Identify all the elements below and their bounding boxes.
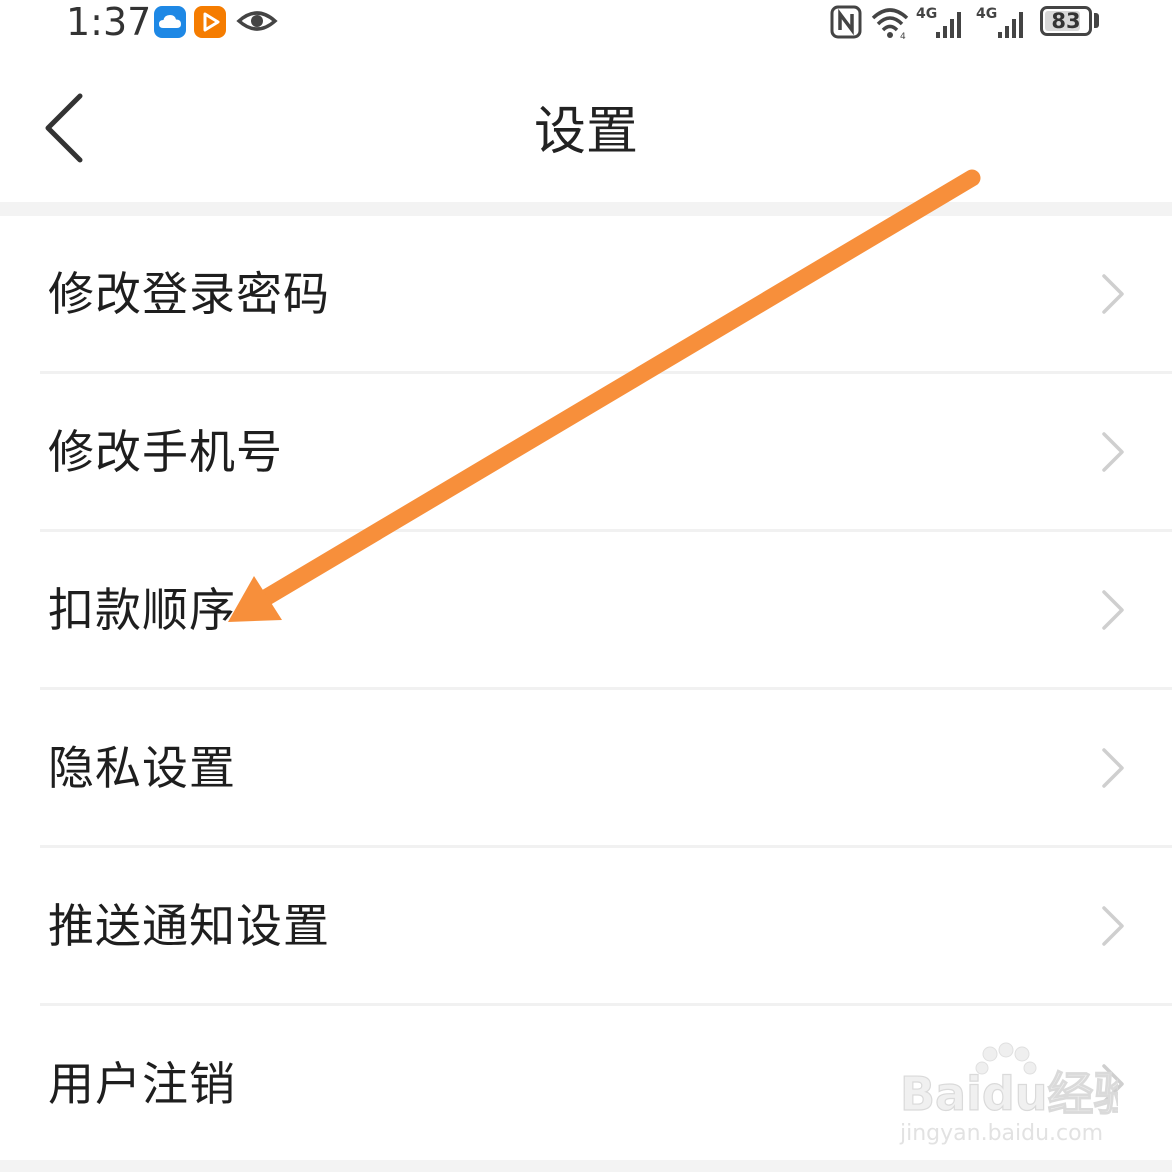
menu-item-change-login-password[interactable]: 修改登录密码 (0, 216, 1172, 374)
battery-level: 83 (1051, 9, 1081, 33)
chevron-right-icon (1102, 432, 1124, 472)
battery-cap (1094, 13, 1099, 28)
video-icon (194, 6, 226, 38)
battery-icon: 83 (1040, 6, 1092, 36)
menu-item-label: 扣款顺序 (48, 583, 236, 637)
nav-bar: 设置 (0, 48, 1172, 202)
menu-item-privacy-settings[interactable]: 隐私设置 (0, 690, 1172, 848)
eye-icon (236, 4, 278, 38)
chevron-right-icon (1102, 748, 1124, 788)
signal-icon: 4G (916, 4, 970, 40)
menu-item-label: 用户注销 (48, 1057, 236, 1111)
page-title: 设置 (533, 102, 638, 162)
nfc-icon (830, 4, 862, 40)
menu-item-change-phone[interactable]: 修改手机号 (0, 374, 1172, 532)
menu-item-label: 隐私设置 (48, 741, 236, 795)
svg-text:4: 4 (900, 32, 906, 40)
menu-item-label: 修改手机号 (48, 425, 283, 479)
baidu-watermark: Baidu经验 jingyan.baidu.com (898, 1040, 1118, 1150)
status-bar: 1:37 4 4G 4G 83 (0, 0, 1172, 48)
svg-text:4G: 4G (916, 6, 937, 22)
bottom-strip (0, 1160, 1172, 1172)
svg-text:4G: 4G (976, 6, 997, 22)
cloud-icon (154, 6, 186, 38)
status-time: 1:37 (66, 0, 152, 44)
settings-menu: 修改登录密码 修改手机号 扣款顺序 隐私设置 推送通知设置 用户注销 (0, 216, 1172, 1164)
watermark-url: jingyan.baidu.com (900, 1121, 1104, 1146)
chevron-right-icon (1102, 590, 1124, 630)
menu-item-label: 修改登录密码 (48, 267, 330, 321)
nav-divider (0, 202, 1172, 216)
chevron-right-icon (1102, 274, 1124, 314)
signal-icon: 4G (976, 4, 1032, 40)
menu-item-push-notification-settings[interactable]: 推送通知设置 (0, 848, 1172, 1006)
menu-item-payment-order[interactable]: 扣款顺序 (0, 532, 1172, 690)
menu-item-label: 推送通知设置 (48, 899, 330, 953)
wifi-icon: 4 (870, 4, 910, 42)
watermark-logo-text: Baidu经验 (900, 1067, 1118, 1120)
baidu-logo: Baidu经验 (899, 1042, 1118, 1120)
chevron-right-icon (1102, 906, 1124, 946)
